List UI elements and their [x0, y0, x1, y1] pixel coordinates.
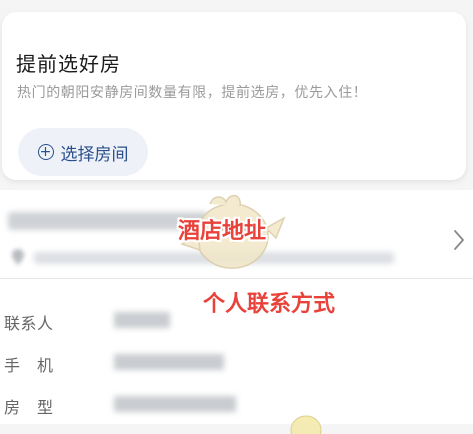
phone-label: 手 机	[4, 356, 54, 375]
select-room-label: 选择房间	[60, 144, 129, 165]
divider	[0, 278, 473, 279]
hotel-name-redacted	[8, 212, 208, 230]
plus-circle-icon: +	[37, 144, 54, 160]
card-title: 提前选好房	[16, 52, 121, 76]
room-type-redacted	[114, 396, 236, 412]
room-selection-card: 提前选好房 热门的朝阳安静房间数量有限，提前选房，优先入住！ + 选择房间	[2, 12, 466, 180]
chick-mascot-small-icon	[290, 415, 322, 434]
room-type-label: 房 型	[4, 398, 54, 417]
chevron-right-icon[interactable]	[452, 228, 466, 252]
contact-name-redacted	[114, 312, 170, 328]
location-icon	[12, 249, 24, 265]
select-room-button[interactable]: + 选择房间	[18, 128, 148, 176]
chick-mascot-icon	[180, 194, 286, 269]
phone-redacted	[114, 354, 224, 370]
contact-name-label: 联系人	[4, 314, 54, 333]
card-description: 热门的朝阳安静房间数量有限，提前选房，优先入住！	[17, 85, 368, 101]
